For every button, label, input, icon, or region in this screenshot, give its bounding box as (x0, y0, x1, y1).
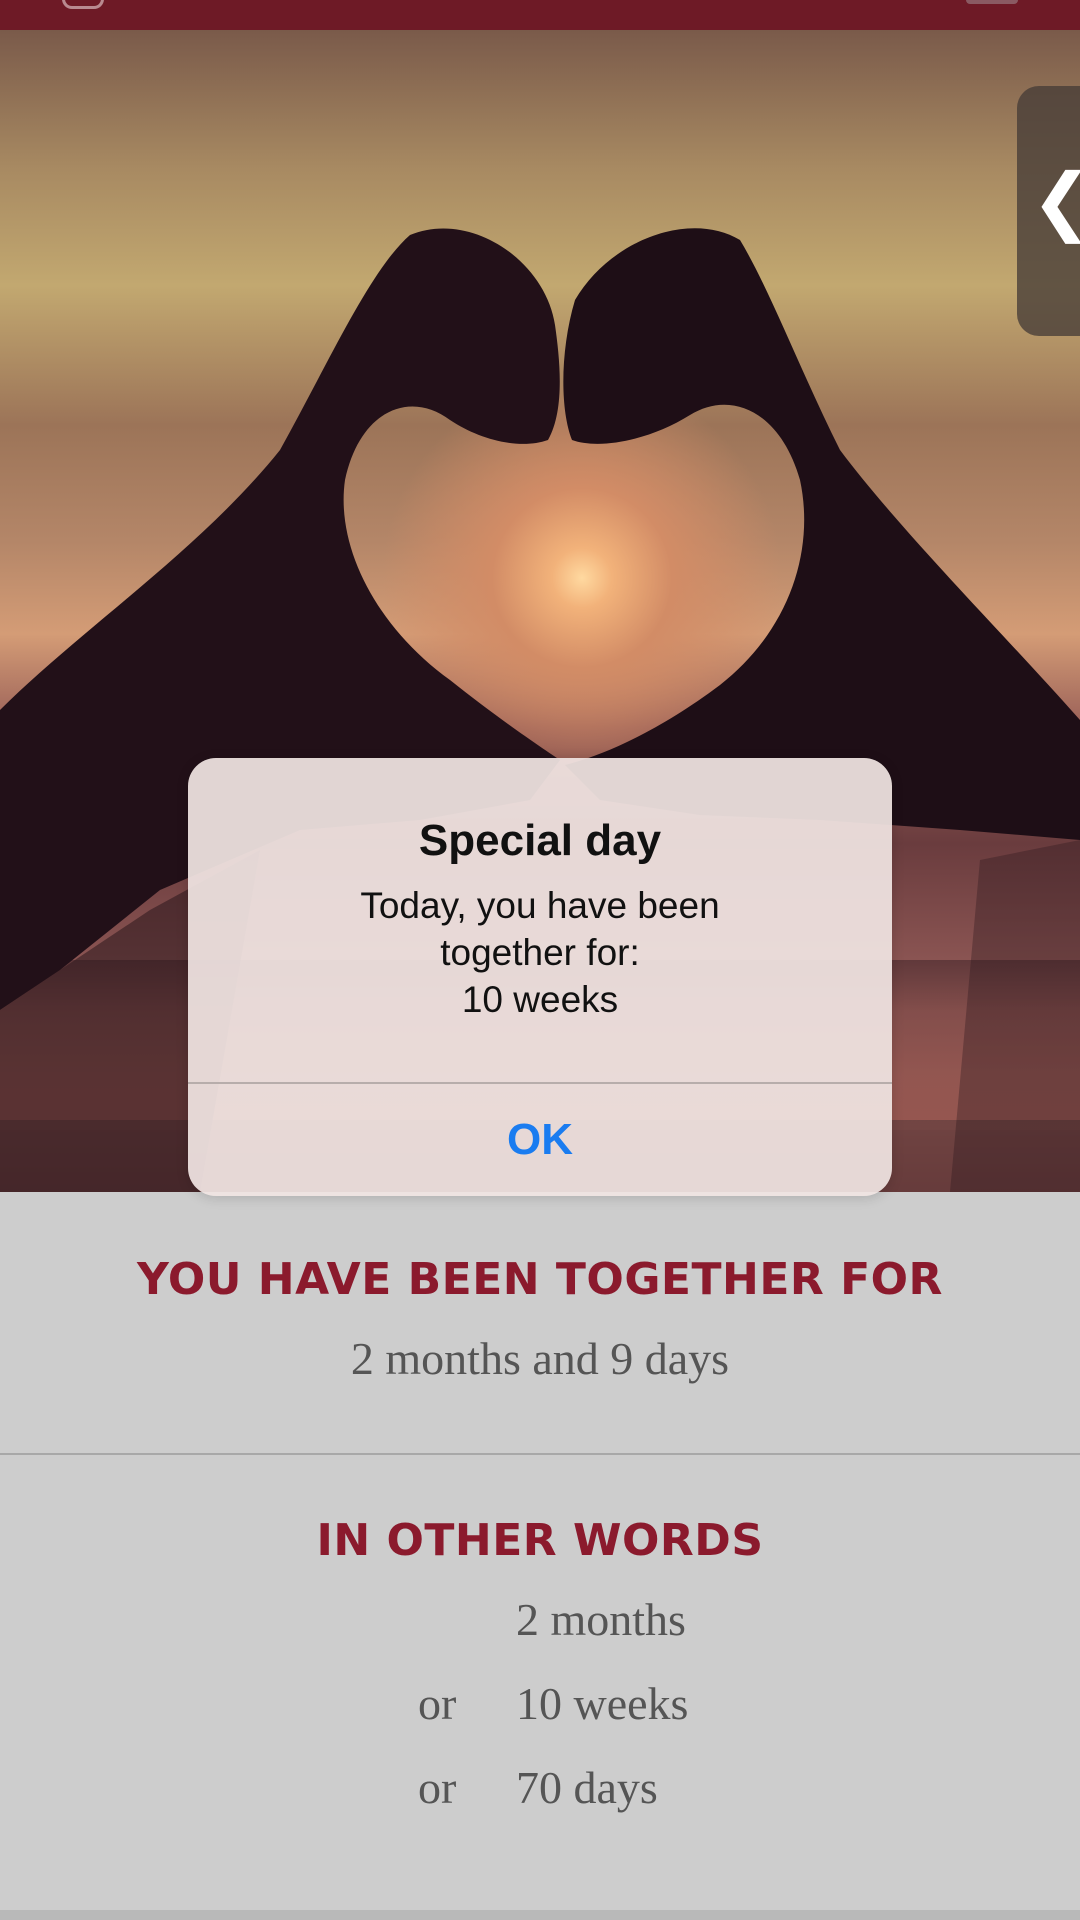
bottom-strip (0, 1910, 1080, 1920)
side-drawer-tab[interactable]: ❮ (1017, 86, 1080, 336)
alert-message-line: Today, you have been (360, 885, 720, 926)
together-duration: 2 months and 9 days (350, 1333, 730, 1384)
other-words-prefix: or (418, 1762, 457, 1813)
app-screen: ❮ YOU HAVE BEEN TOGETHER FOR 2 months an… (0, 0, 1080, 1920)
other-words-heading: IN OTHER WORDS (316, 1515, 764, 1566)
menu-icon[interactable] (966, 0, 1018, 4)
alert-message-line: together for: (440, 932, 640, 973)
other-words-value: 2 months (516, 1594, 686, 1645)
other-words-prefix: or (418, 1678, 457, 1729)
alert-message-line: 10 weeks (461, 979, 619, 1020)
together-heading: YOU HAVE BEEN TOGETHER FOR (137, 1254, 943, 1305)
other-words-value: 70 days (516, 1762, 658, 1813)
top-nav-bar (0, 0, 1080, 30)
chevron-left-icon: ❮ (1031, 164, 1080, 238)
other-words-row: 2 months (0, 1593, 1080, 1653)
together-section: YOU HAVE BEEN TOGETHER FOR 2 months and … (0, 1192, 1080, 1454)
alert-title: Special day (418, 816, 662, 865)
other-words-row: or 10 weeks (0, 1677, 1080, 1737)
other-words-section: IN OTHER WORDS 2 months or 10 weeks or 7… (0, 1455, 1080, 1910)
alert-message: Today, you have been together for: 10 we… (228, 882, 852, 1023)
other-words-row: or 70 days (0, 1761, 1080, 1821)
special-day-alert: Special day Today, you have been togethe… (188, 758, 892, 1196)
other-words-value: 10 weeks (516, 1678, 689, 1729)
ok-button[interactable]: OK (188, 1084, 892, 1196)
heart-outline-icon[interactable] (62, 0, 104, 9)
